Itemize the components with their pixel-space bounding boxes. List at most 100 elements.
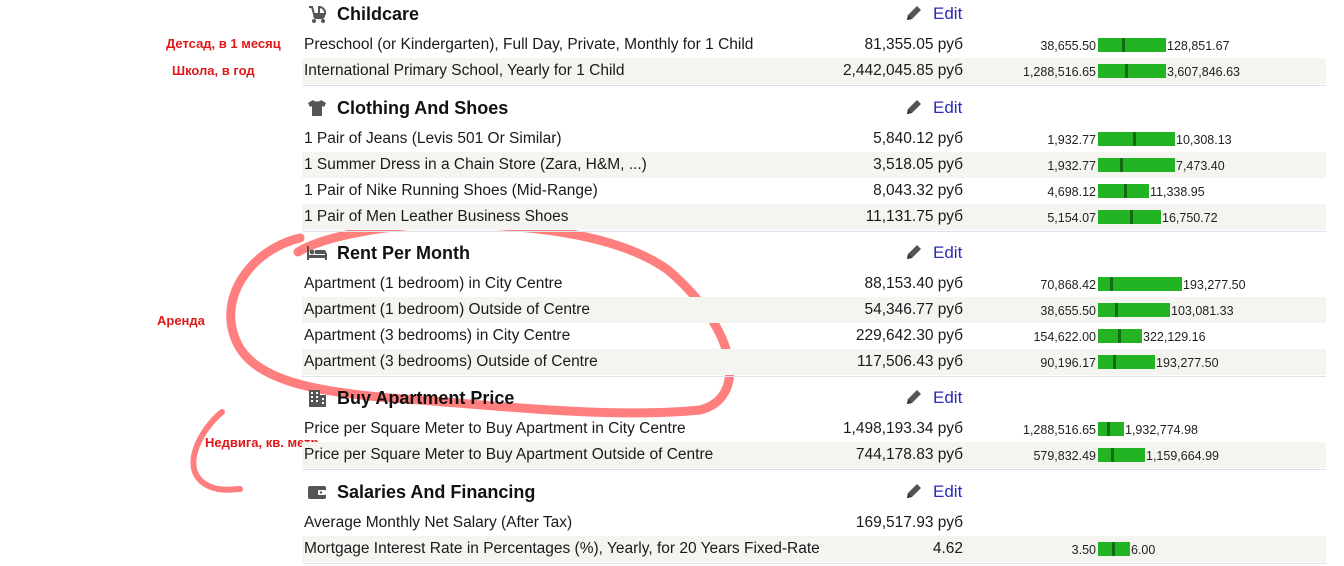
section-divider: [302, 376, 1326, 377]
range-low: 38,655.50: [1040, 39, 1096, 53]
section-divider: [302, 563, 1326, 564]
price-row: 1 Pair of Nike Running Shoes (Mid-Range)…: [302, 178, 1326, 204]
pencil-icon[interactable]: [904, 481, 924, 501]
item-price: 11,131.75 руб: [865, 208, 963, 225]
category-header: Childcare Edit: [302, 0, 1326, 28]
item-name: Mortgage Interest Rate in Percentages (%…: [304, 540, 820, 557]
price-row: Mortgage Interest Rate in Percentages (%…: [302, 536, 1326, 562]
range-marker: [1130, 210, 1133, 224]
range-marker: [1125, 64, 1128, 78]
pencil-icon[interactable]: [904, 387, 924, 407]
price-row: Apartment (3 bedrooms) Outside of Centre…: [302, 349, 1326, 375]
price-row: Apartment (3 bedrooms) in City Centre 229…: [302, 323, 1326, 349]
annotation-school: Школа, в год: [172, 63, 255, 78]
range-low: 579,832.49: [1033, 449, 1096, 463]
range-low: 1,288,516.65: [1023, 423, 1096, 437]
range-high: 128,851.67: [1167, 39, 1230, 53]
item-name: 1 Summer Dress in a Chain Store (Zara, H…: [304, 156, 647, 173]
range-bar: [1098, 158, 1175, 172]
price-row: Apartment (1 bedroom) Outside of Centre 5…: [302, 297, 1326, 323]
pencil-icon[interactable]: [904, 3, 924, 23]
range-high: 16,750.72: [1162, 211, 1218, 225]
range-low: 3.50: [1071, 543, 1096, 557]
edit-link[interactable]: Edit: [933, 4, 962, 24]
item-name: 1 Pair of Jeans (Levis 501 Or Similar): [304, 130, 562, 147]
range-bar: [1098, 448, 1145, 462]
range-marker: [1133, 132, 1136, 146]
item-price: 81,355.05 руб: [864, 36, 963, 53]
range-high: 193,277.50: [1183, 278, 1246, 292]
item-name: International Primary School, Yearly for…: [304, 62, 625, 79]
edit-link[interactable]: Edit: [933, 388, 962, 408]
item-price: 744,178.83 руб: [855, 446, 963, 463]
annotation-rent: Аренда: [157, 313, 205, 328]
range-bar: [1098, 303, 1170, 317]
edit-link[interactable]: Edit: [933, 243, 962, 263]
category-header: Salaries And Financing Edit: [302, 478, 1326, 506]
range-high: 7,473.40: [1176, 159, 1225, 173]
range-low: 90,196.17: [1040, 356, 1096, 370]
price-row: International Primary School, Yearly for…: [302, 58, 1326, 84]
edit-link[interactable]: Edit: [933, 482, 962, 502]
price-row: 1 Pair of Men Leather Business Shoes 11,1…: [302, 204, 1326, 230]
range-high: 193,277.50: [1156, 356, 1219, 370]
item-name: Apartment (1 bedroom) Outside of Centre: [304, 301, 591, 318]
category-title: Buy Apartment Price: [337, 388, 515, 408]
category-header: Buy Apartment Price Edit: [302, 384, 1326, 412]
range-low: 4,698.12: [1047, 185, 1096, 199]
edit-link[interactable]: Edit: [933, 98, 962, 118]
range-high: 1,159,664.99: [1146, 449, 1219, 463]
range-low: 70,868.42: [1040, 278, 1096, 292]
item-price: 169,517.93 руб: [855, 514, 963, 531]
section-divider: [302, 469, 1326, 470]
range-marker: [1115, 303, 1118, 317]
section-divider: [302, 231, 1326, 232]
range-low: 1,288,516.65: [1023, 65, 1096, 79]
range-low: 1,932.77: [1047, 133, 1096, 147]
section-divider: [302, 85, 1326, 86]
item-name: Average Monthly Net Salary (After Tax): [304, 514, 573, 531]
item-price: 3,518.05 руб: [873, 156, 963, 173]
item-price: 5,840.12 руб: [873, 130, 963, 147]
range-high: 11,338.95: [1150, 185, 1205, 199]
item-price: 4.62: [932, 540, 963, 557]
price-row: 1 Summer Dress in a Chain Store (Zara, H…: [302, 152, 1326, 178]
category-header: Rent Per Month Edit: [302, 239, 1326, 267]
price-row: Price per Square Meter to Buy Apartment …: [302, 416, 1326, 442]
item-name: Apartment (3 bedrooms) in City Centre: [304, 327, 571, 344]
category-title: Salaries And Financing: [337, 482, 536, 502]
category-title: Childcare: [337, 4, 420, 24]
range-marker: [1112, 542, 1115, 556]
item-name: 1 Pair of Nike Running Shoes (Mid-Range): [304, 182, 598, 199]
item-price: 8,043.32 руб: [873, 182, 963, 199]
pencil-icon[interactable]: [904, 97, 924, 117]
category-header: Clothing And Shoes Edit: [302, 94, 1326, 122]
item-name: Preschool (or Kindergarten), Full Day, P…: [304, 36, 754, 53]
range-high: 103,081.33: [1171, 304, 1234, 318]
building-icon: [306, 388, 328, 408]
range-bar: [1098, 132, 1175, 146]
range-marker: [1118, 329, 1121, 343]
tshirt-icon: [306, 98, 328, 118]
range-marker: [1122, 38, 1125, 52]
pencil-icon[interactable]: [904, 242, 924, 262]
item-name: Apartment (3 bedrooms) Outside of Centre: [304, 353, 598, 370]
range-low: 38,655.50: [1040, 304, 1096, 318]
item-name: Price per Square Meter to Buy Apartment …: [304, 420, 686, 437]
range-marker: [1120, 158, 1123, 172]
category-title: Rent Per Month: [337, 243, 470, 263]
item-price: 117,506.43 руб: [857, 353, 963, 370]
range-high: 1,932,774.98: [1125, 423, 1198, 437]
range-high: 10,308.13: [1176, 133, 1232, 147]
range-low: 5,154.07: [1047, 211, 1096, 225]
bed-icon: [306, 243, 328, 263]
price-row: Price per Square Meter to Buy Apartment …: [302, 442, 1326, 468]
price-row: Preschool (or Kindergarten), Full Day, P…: [302, 32, 1326, 58]
range-high: 322,129.16: [1143, 330, 1206, 344]
range-bar: [1098, 422, 1124, 436]
item-price: 2,442,045.85 руб: [842, 62, 963, 79]
price-row: 1 Pair of Jeans (Levis 501 Or Similar) 5,…: [302, 126, 1326, 152]
range-bar: [1098, 38, 1166, 52]
range-low: 1,932.77: [1047, 159, 1096, 173]
category-title: Clothing And Shoes: [337, 98, 509, 118]
